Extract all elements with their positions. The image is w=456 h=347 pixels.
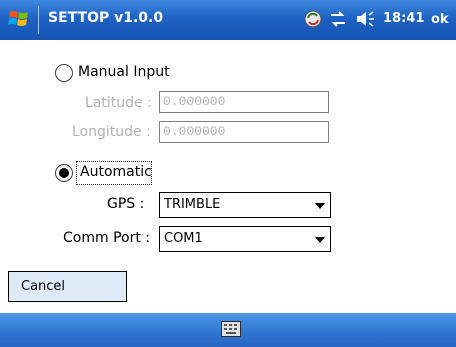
ok-button[interactable]: ok — [428, 9, 456, 31]
title-separator — [38, 6, 39, 34]
bottom-bar — [0, 313, 456, 347]
volume-icon[interactable] — [355, 9, 377, 29]
manual-input-radio[interactable] — [55, 64, 73, 82]
automatic-label[interactable]: Automatic — [80, 164, 152, 180]
chevron-down-icon — [315, 237, 325, 243]
gps-dropdown[interactable]: TRIMBLE — [159, 192, 331, 218]
keyboard-icon[interactable] — [221, 321, 241, 337]
window-title: SETTOP v1.0.0 — [48, 10, 164, 26]
comm-port-dropdown[interactable]: COM1 — [159, 226, 331, 252]
manual-input-label[interactable]: Manual Input — [78, 64, 170, 80]
chevron-down-icon — [315, 203, 325, 209]
automatic-radio[interactable] — [55, 164, 73, 182]
latitude-label: Latitude : — [85, 95, 152, 111]
longitude-field[interactable]: 0.000000 — [159, 121, 329, 143]
cancel-button[interactable]: Cancel — [8, 271, 127, 302]
sync-icon[interactable] — [303, 9, 323, 29]
comm-port-dropdown-value: COM1 — [164, 231, 203, 246]
longitude-label: Longitude : — [72, 124, 151, 140]
connectivity-icon[interactable] — [328, 9, 348, 29]
comm-port-label: Comm Port : — [63, 230, 150, 246]
gps-dropdown-value: TRIMBLE — [164, 197, 221, 212]
radio-selected-dot — [59, 168, 69, 178]
title-bar: SETTOP v1.0.0 18:41 ok — [0, 0, 456, 40]
gps-label: GPS : — [107, 196, 145, 212]
clock: 18:41 — [383, 11, 425, 26]
latitude-field[interactable]: 0.000000 — [159, 91, 329, 113]
windows-start-flag-icon[interactable] — [8, 7, 32, 31]
